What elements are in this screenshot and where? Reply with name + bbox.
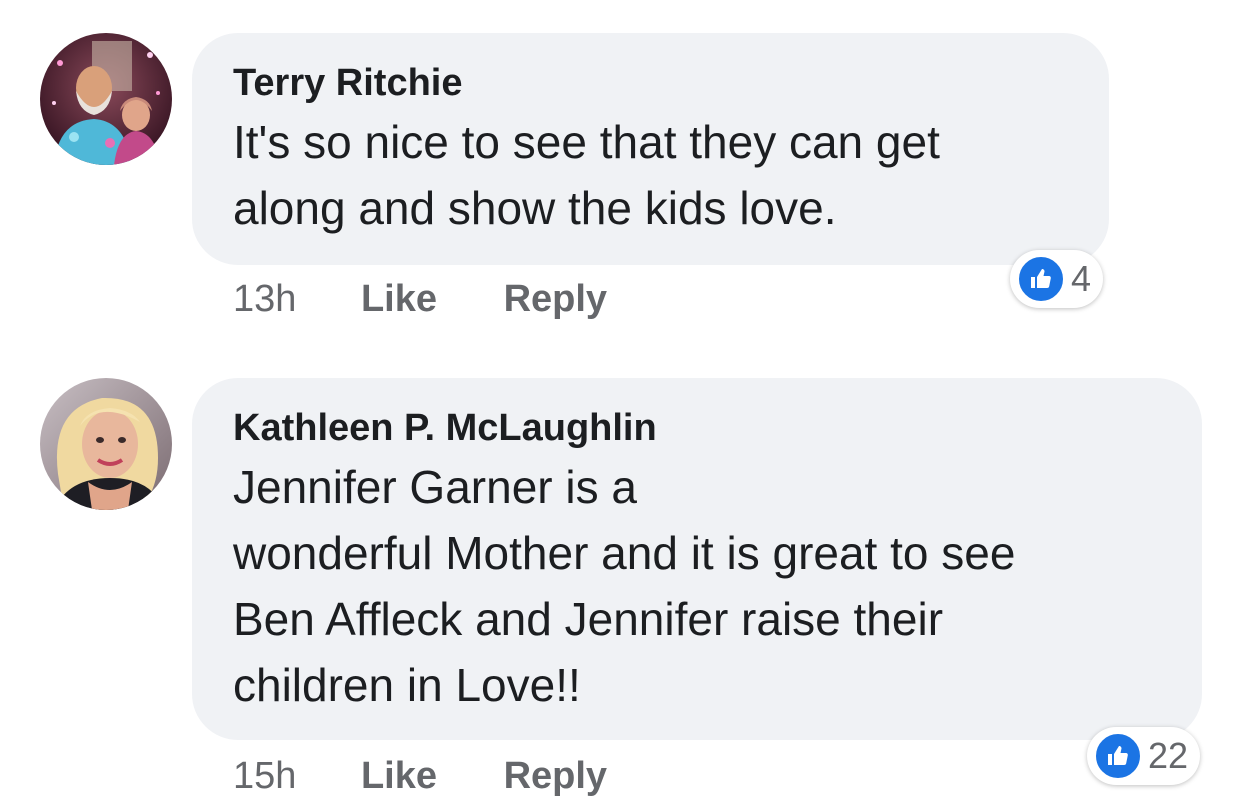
reply-button[interactable]: Reply bbox=[504, 278, 607, 321]
comment-bubble: Kathleen P. McLaughlin Jennifer Garner i… bbox=[192, 378, 1202, 740]
comment-text-line: Ben Affleck and Jennifer raise their bbox=[233, 593, 944, 645]
avatar[interactable] bbox=[40, 33, 172, 165]
comment-text-line: Jennifer Garner is a bbox=[233, 461, 637, 513]
reaction-summary[interactable]: 4 bbox=[1010, 250, 1104, 308]
comment-author[interactable]: Terry Ritchie bbox=[233, 61, 1069, 105]
comment-actions: 15h Like Reply bbox=[233, 755, 607, 798]
avatar[interactable] bbox=[40, 378, 172, 510]
avatar-photo-icon bbox=[40, 33, 172, 165]
comment-author[interactable]: Kathleen P. McLaughlin bbox=[233, 406, 1162, 450]
comment-text-line: children in Love!! bbox=[233, 659, 581, 711]
comment-text-line: wonderful Mother and it is great to see bbox=[233, 527, 1016, 579]
thumbs-up-icon bbox=[1094, 732, 1142, 780]
thumbs-up-icon bbox=[1017, 255, 1065, 303]
reaction-count: 22 bbox=[1148, 735, 1189, 776]
reaction-summary[interactable]: 22 bbox=[1087, 727, 1201, 785]
comment-text-line: It's so nice to see that they can get bbox=[233, 116, 940, 168]
like-button[interactable]: Like bbox=[361, 278, 437, 321]
reply-button[interactable]: Reply bbox=[504, 755, 607, 798]
like-button[interactable]: Like bbox=[361, 755, 437, 798]
comment-bubble: Terry Ritchie It's so nice to see that t… bbox=[192, 33, 1109, 265]
avatar-photo-icon bbox=[40, 378, 172, 510]
reaction-count: 4 bbox=[1071, 258, 1092, 299]
comment-timestamp[interactable]: 13h bbox=[233, 278, 296, 321]
comment-timestamp[interactable]: 15h bbox=[233, 755, 296, 798]
comment-text-line: along and show the kids love. bbox=[233, 182, 837, 234]
comment-actions: 13h Like Reply bbox=[233, 278, 607, 321]
